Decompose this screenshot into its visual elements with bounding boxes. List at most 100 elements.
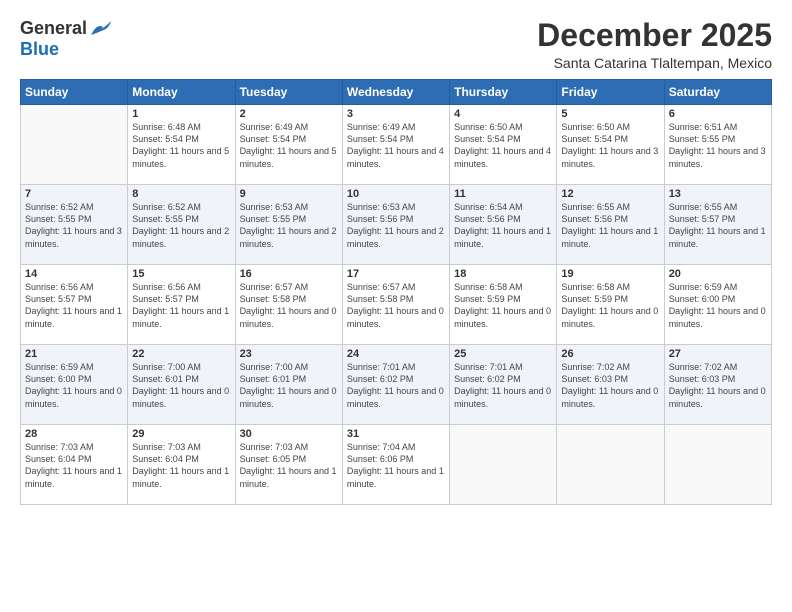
- day-info: Sunrise: 7:04 AMSunset: 6:06 PMDaylight:…: [347, 441, 445, 490]
- table-row: 28Sunrise: 7:03 AMSunset: 6:04 PMDayligh…: [21, 425, 128, 505]
- table-row: 31Sunrise: 7:04 AMSunset: 6:06 PMDayligh…: [342, 425, 449, 505]
- day-number: 2: [240, 108, 338, 120]
- day-info: Sunrise: 6:49 AMSunset: 5:54 PMDaylight:…: [347, 121, 445, 170]
- day-number: 26: [561, 348, 659, 360]
- day-number: 23: [240, 348, 338, 360]
- table-row: 23Sunrise: 7:00 AMSunset: 6:01 PMDayligh…: [235, 345, 342, 425]
- logo: General Blue: [20, 18, 111, 60]
- table-row: 30Sunrise: 7:03 AMSunset: 6:05 PMDayligh…: [235, 425, 342, 505]
- table-row: 20Sunrise: 6:59 AMSunset: 6:00 PMDayligh…: [664, 265, 771, 345]
- table-row: 15Sunrise: 6:56 AMSunset: 5:57 PMDayligh…: [128, 265, 235, 345]
- table-row: 19Sunrise: 6:58 AMSunset: 5:59 PMDayligh…: [557, 265, 664, 345]
- page: General Blue December 2025 Santa Catarin…: [0, 0, 792, 612]
- day-info: Sunrise: 6:59 AMSunset: 6:00 PMDaylight:…: [25, 361, 123, 410]
- day-info: Sunrise: 6:56 AMSunset: 5:57 PMDaylight:…: [132, 281, 230, 330]
- calendar-week-row: 28Sunrise: 7:03 AMSunset: 6:04 PMDayligh…: [21, 425, 772, 505]
- day-number: 1: [132, 108, 230, 120]
- day-number: 19: [561, 268, 659, 280]
- header-wednesday: Wednesday: [342, 80, 449, 105]
- subtitle: Santa Catarina Tlaltempan, Mexico: [537, 55, 772, 71]
- day-number: 22: [132, 348, 230, 360]
- day-number: 25: [454, 348, 552, 360]
- day-number: 3: [347, 108, 445, 120]
- header-tuesday: Tuesday: [235, 80, 342, 105]
- day-info: Sunrise: 7:00 AMSunset: 6:01 PMDaylight:…: [132, 361, 230, 410]
- day-info: Sunrise: 7:03 AMSunset: 6:05 PMDaylight:…: [240, 441, 338, 490]
- table-row: 4Sunrise: 6:50 AMSunset: 5:54 PMDaylight…: [450, 105, 557, 185]
- day-info: Sunrise: 6:52 AMSunset: 5:55 PMDaylight:…: [25, 201, 123, 250]
- table-row: 2Sunrise: 6:49 AMSunset: 5:54 PMDaylight…: [235, 105, 342, 185]
- calendar-week-row: 14Sunrise: 6:56 AMSunset: 5:57 PMDayligh…: [21, 265, 772, 345]
- day-number: 16: [240, 268, 338, 280]
- header-friday: Friday: [557, 80, 664, 105]
- day-info: Sunrise: 6:54 AMSunset: 5:56 PMDaylight:…: [454, 201, 552, 250]
- day-info: Sunrise: 7:00 AMSunset: 6:01 PMDaylight:…: [240, 361, 338, 410]
- table-row: 17Sunrise: 6:57 AMSunset: 5:58 PMDayligh…: [342, 265, 449, 345]
- day-info: Sunrise: 7:01 AMSunset: 6:02 PMDaylight:…: [454, 361, 552, 410]
- table-row: 27Sunrise: 7:02 AMSunset: 6:03 PMDayligh…: [664, 345, 771, 425]
- day-info: Sunrise: 6:49 AMSunset: 5:54 PMDaylight:…: [240, 121, 338, 170]
- day-info: Sunrise: 6:58 AMSunset: 5:59 PMDaylight:…: [561, 281, 659, 330]
- table-row: 13Sunrise: 6:55 AMSunset: 5:57 PMDayligh…: [664, 185, 771, 265]
- day-number: 29: [132, 428, 230, 440]
- table-row: 25Sunrise: 7:01 AMSunset: 6:02 PMDayligh…: [450, 345, 557, 425]
- day-number: 13: [669, 188, 767, 200]
- day-number: 27: [669, 348, 767, 360]
- table-row: 5Sunrise: 6:50 AMSunset: 5:54 PMDaylight…: [557, 105, 664, 185]
- table-row: 1Sunrise: 6:48 AMSunset: 5:54 PMDaylight…: [128, 105, 235, 185]
- table-row: [450, 425, 557, 505]
- day-info: Sunrise: 7:01 AMSunset: 6:02 PMDaylight:…: [347, 361, 445, 410]
- day-info: Sunrise: 6:59 AMSunset: 6:00 PMDaylight:…: [669, 281, 767, 330]
- day-info: Sunrise: 6:53 AMSunset: 5:56 PMDaylight:…: [347, 201, 445, 250]
- header-monday: Monday: [128, 80, 235, 105]
- table-row: [557, 425, 664, 505]
- calendar-week-row: 7Sunrise: 6:52 AMSunset: 5:55 PMDaylight…: [21, 185, 772, 265]
- day-number: 14: [25, 268, 123, 280]
- calendar-week-row: 1Sunrise: 6:48 AMSunset: 5:54 PMDaylight…: [21, 105, 772, 185]
- day-info: Sunrise: 6:55 AMSunset: 5:57 PMDaylight:…: [669, 201, 767, 250]
- logo-general: General: [20, 18, 87, 39]
- day-info: Sunrise: 6:57 AMSunset: 5:58 PMDaylight:…: [347, 281, 445, 330]
- day-number: 20: [669, 268, 767, 280]
- day-number: 17: [347, 268, 445, 280]
- header-thursday: Thursday: [450, 80, 557, 105]
- table-row: 21Sunrise: 6:59 AMSunset: 6:00 PMDayligh…: [21, 345, 128, 425]
- logo-bird-icon: [89, 21, 111, 37]
- day-number: 11: [454, 188, 552, 200]
- day-info: Sunrise: 6:48 AMSunset: 5:54 PMDaylight:…: [132, 121, 230, 170]
- table-row: 24Sunrise: 7:01 AMSunset: 6:02 PMDayligh…: [342, 345, 449, 425]
- day-info: Sunrise: 7:02 AMSunset: 6:03 PMDaylight:…: [561, 361, 659, 410]
- table-row: 10Sunrise: 6:53 AMSunset: 5:56 PMDayligh…: [342, 185, 449, 265]
- day-info: Sunrise: 6:58 AMSunset: 5:59 PMDaylight:…: [454, 281, 552, 330]
- day-number: 4: [454, 108, 552, 120]
- table-row: 3Sunrise: 6:49 AMSunset: 5:54 PMDaylight…: [342, 105, 449, 185]
- table-row: 6Sunrise: 6:51 AMSunset: 5:55 PMDaylight…: [664, 105, 771, 185]
- table-row: 11Sunrise: 6:54 AMSunset: 5:56 PMDayligh…: [450, 185, 557, 265]
- day-number: 5: [561, 108, 659, 120]
- day-info: Sunrise: 6:52 AMSunset: 5:55 PMDaylight:…: [132, 201, 230, 250]
- day-info: Sunrise: 6:50 AMSunset: 5:54 PMDaylight:…: [561, 121, 659, 170]
- table-row: 16Sunrise: 6:57 AMSunset: 5:58 PMDayligh…: [235, 265, 342, 345]
- day-info: Sunrise: 7:03 AMSunset: 6:04 PMDaylight:…: [25, 441, 123, 490]
- table-row: 18Sunrise: 6:58 AMSunset: 5:59 PMDayligh…: [450, 265, 557, 345]
- day-number: 7: [25, 188, 123, 200]
- table-row: 29Sunrise: 7:03 AMSunset: 6:04 PMDayligh…: [128, 425, 235, 505]
- day-number: 24: [347, 348, 445, 360]
- calendar-week-row: 21Sunrise: 6:59 AMSunset: 6:00 PMDayligh…: [21, 345, 772, 425]
- day-info: Sunrise: 6:56 AMSunset: 5:57 PMDaylight:…: [25, 281, 123, 330]
- header: General Blue December 2025 Santa Catarin…: [20, 18, 772, 71]
- table-row: 7Sunrise: 6:52 AMSunset: 5:55 PMDaylight…: [21, 185, 128, 265]
- table-row: 8Sunrise: 6:52 AMSunset: 5:55 PMDaylight…: [128, 185, 235, 265]
- day-number: 18: [454, 268, 552, 280]
- day-number: 10: [347, 188, 445, 200]
- table-row: [21, 105, 128, 185]
- month-title: December 2025: [537, 18, 772, 53]
- table-row: 22Sunrise: 7:00 AMSunset: 6:01 PMDayligh…: [128, 345, 235, 425]
- table-row: 26Sunrise: 7:02 AMSunset: 6:03 PMDayligh…: [557, 345, 664, 425]
- table-row: 12Sunrise: 6:55 AMSunset: 5:56 PMDayligh…: [557, 185, 664, 265]
- day-number: 12: [561, 188, 659, 200]
- day-number: 30: [240, 428, 338, 440]
- header-saturday: Saturday: [664, 80, 771, 105]
- day-number: 9: [240, 188, 338, 200]
- day-number: 21: [25, 348, 123, 360]
